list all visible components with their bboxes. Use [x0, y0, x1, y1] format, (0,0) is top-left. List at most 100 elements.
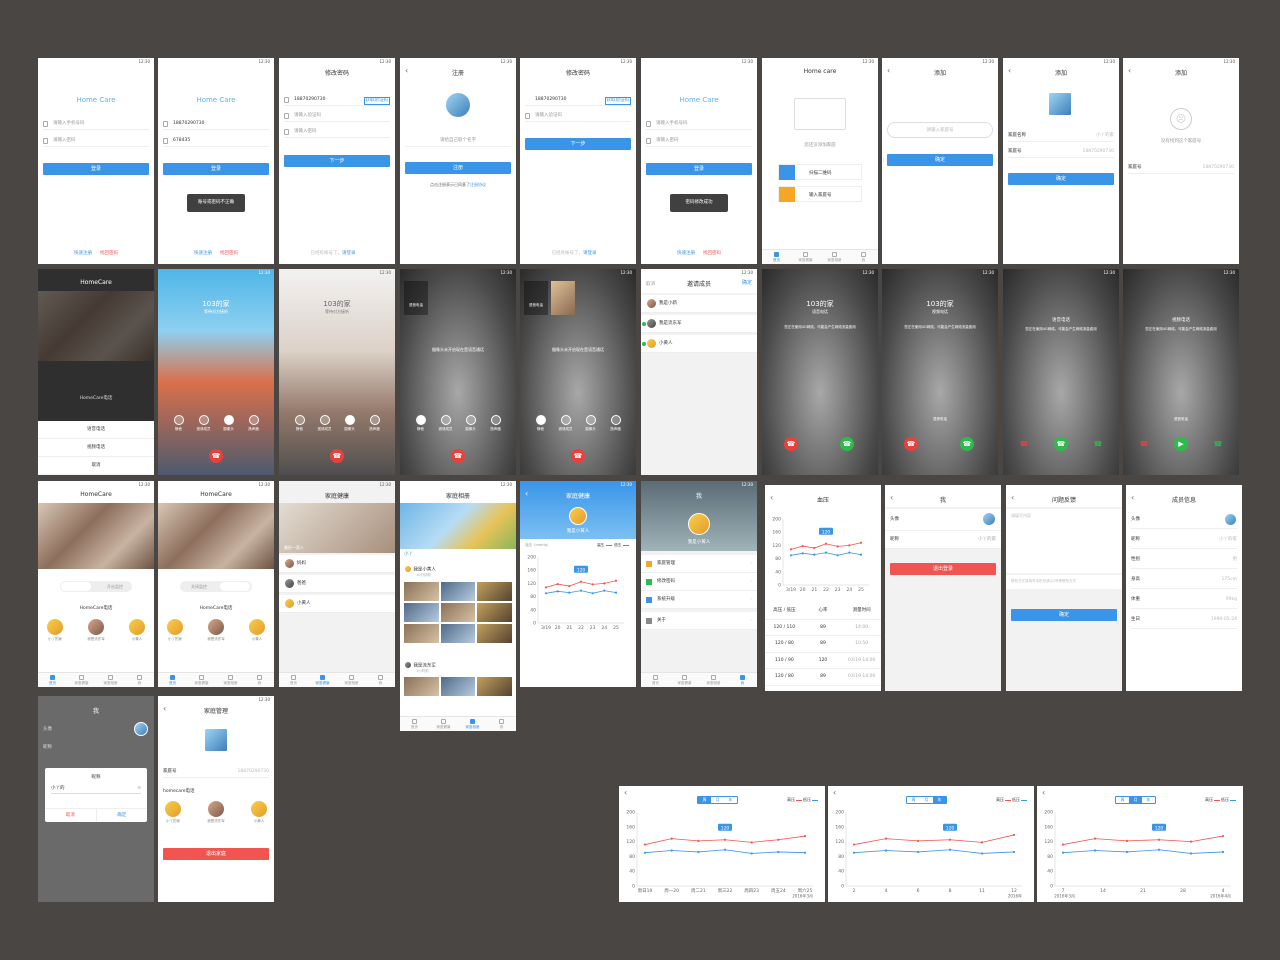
- login-link[interactable]: 请登录: [342, 251, 356, 256]
- answer-button[interactable]: ☎: [840, 437, 854, 451]
- tab-album[interactable]: 家庭相册: [216, 673, 245, 687]
- member[interactable]: 我是流东军: [83, 618, 109, 642]
- forgot-link[interactable]: 找回密码: [220, 251, 238, 256]
- field-row[interactable]: 体重 99kg: [1131, 591, 1237, 609]
- tab-health[interactable]: 家庭健康: [308, 673, 337, 687]
- login-button[interactable]: 登录: [646, 163, 752, 175]
- accept-icon[interactable]: ☎: [1091, 437, 1105, 451]
- camera-button[interactable]: 摄像头: [582, 415, 600, 432]
- speaker-button[interactable]: 扬声器: [487, 415, 505, 432]
- avatar[interactable]: [445, 92, 471, 118]
- input-family-no-button[interactable]: 输入家庭号: [778, 186, 862, 202]
- tab-album[interactable]: 家庭相册: [337, 673, 366, 687]
- back-icon[interactable]: ‹: [833, 789, 836, 797]
- ok-button[interactable]: 确定: [742, 279, 752, 286]
- decline-icon[interactable]: ☎: [1017, 437, 1031, 451]
- phone-input[interactable]: 18870290730 获取验证码: [284, 94, 390, 106]
- invite-button[interactable]: 邀请成员: [557, 415, 575, 432]
- member[interactable]: 小黄人: [244, 618, 270, 642]
- confirm-button[interactable]: 确定: [1008, 173, 1114, 185]
- tab-home[interactable]: 首页: [641, 673, 670, 687]
- decline-icon[interactable]: ☎: [1137, 437, 1151, 451]
- member[interactable]: 小黄人: [246, 800, 272, 824]
- tab-home[interactable]: 首页: [400, 717, 429, 731]
- content-textarea[interactable]: 请填写内容: [1006, 509, 1122, 573]
- new-password-input[interactable]: 请输入密码: [284, 126, 390, 138]
- register-link[interactable]: 快速注册: [194, 251, 212, 256]
- tab-home[interactable]: 首页: [279, 673, 308, 687]
- camera-button[interactable]: 摄像头: [341, 415, 359, 432]
- tab-me[interactable]: 我: [366, 673, 395, 687]
- range-year[interactable]: 年: [1142, 797, 1155, 803]
- hangup-button[interactable]: ☎: [209, 449, 223, 463]
- menu-upgrade[interactable]: 系统升级 ›: [641, 591, 757, 609]
- tab-me[interactable]: 我: [125, 673, 154, 687]
- field-row[interactable]: 身高 175cm: [1131, 571, 1237, 589]
- scan-qr-button[interactable]: 扫描二维码: [778, 164, 862, 180]
- register-button[interactable]: 注册: [405, 162, 511, 174]
- range-week[interactable]: 周: [698, 797, 711, 803]
- family-no-input[interactable]: 请输入家庭号: [887, 122, 993, 138]
- video-answer-button[interactable]: ▶: [1174, 437, 1188, 451]
- menu-about[interactable]: 关于 ›: [641, 612, 757, 630]
- range-year[interactable]: 年: [724, 797, 737, 803]
- mute-button[interactable]: 静音: [291, 415, 309, 432]
- exit-family-button[interactable]: 退出家庭: [163, 848, 269, 860]
- accept-icon[interactable]: ☎: [1211, 437, 1225, 451]
- ok-button[interactable]: 确定: [97, 809, 148, 822]
- member[interactable]: 我是流东军: [203, 618, 229, 642]
- avatar-row[interactable]: 头像: [1131, 511, 1237, 529]
- password-input[interactable]: 请输入密码: [43, 135, 149, 147]
- photo-thumb[interactable]: [404, 603, 439, 622]
- hangup-button[interactable]: ☎: [571, 449, 585, 463]
- tab-health[interactable]: 家庭健康: [187, 673, 216, 687]
- invite-button[interactable]: 邀请成员: [316, 415, 334, 432]
- tab-home[interactable]: 首页: [38, 673, 67, 687]
- nickname-row[interactable]: 昵称 小丫的家: [885, 531, 1001, 549]
- register-link[interactable]: 快速注册: [74, 251, 92, 256]
- code-input[interactable]: 请输入验证码: [525, 110, 631, 122]
- video-call-option[interactable]: 视频电话: [38, 439, 154, 457]
- list-item[interactable]: 小黄人: [641, 335, 757, 353]
- register-link[interactable]: 快速注册: [677, 251, 695, 256]
- clear-icon[interactable]: ⊗: [137, 784, 141, 794]
- get-code-button[interactable]: 获取验证码: [363, 97, 390, 105]
- menu-family-manage[interactable]: 家庭管理 ›: [641, 555, 757, 573]
- photo-thumb[interactable]: [404, 582, 439, 601]
- speaker-button[interactable]: 扬声器: [366, 415, 384, 432]
- phone-input[interactable]: 18870290730 获取验证码: [525, 94, 631, 106]
- mute-button[interactable]: 静音: [412, 415, 430, 432]
- tab-health[interactable]: 家庭健康: [670, 673, 699, 687]
- agreement-link[interactable]: 注册协议: [470, 182, 486, 187]
- voice-call-option[interactable]: 语音电话: [38, 421, 154, 439]
- next-button[interactable]: 下一步: [525, 138, 631, 150]
- range-week[interactable]: 周: [1116, 797, 1129, 803]
- tab-health[interactable]: 家庭健康: [67, 673, 96, 687]
- forgot-link[interactable]: 找回密码: [100, 251, 118, 256]
- tab-health[interactable]: 家庭健康: [791, 250, 820, 264]
- tab-album[interactable]: 家庭相册: [820, 250, 849, 264]
- list-item[interactable]: 我是小新: [641, 295, 757, 313]
- photo-thumb[interactable]: [440, 624, 476, 643]
- field-row[interactable]: 昵称 小丫的家: [1131, 531, 1237, 549]
- tab-album[interactable]: 家庭相册: [458, 717, 487, 731]
- answer-button[interactable]: ☎: [1054, 437, 1068, 451]
- hangup-button[interactable]: ☎: [451, 449, 465, 463]
- monitor-toggle[interactable]: 关闭监控: [180, 581, 252, 592]
- mute-button[interactable]: 静音: [532, 415, 550, 432]
- password-input[interactable]: 678435: [163, 135, 269, 147]
- code-input[interactable]: 请输入验证码: [284, 110, 390, 122]
- invite-button[interactable]: 邀请成员: [437, 415, 455, 432]
- phone-input[interactable]: 请输入手机号码: [646, 118, 752, 130]
- switch-voice-label[interactable]: 语音电话: [882, 417, 998, 422]
- contact-input[interactable]: 联系方式请填写手机号或QQ号等联系方式: [1006, 575, 1122, 589]
- camera-button[interactable]: 摄像头: [462, 415, 480, 432]
- nickname-input[interactable]: 小丫的 ⊗: [51, 784, 141, 794]
- nickname-input[interactable]: 请给自己取个名字: [405, 135, 511, 147]
- tab-home[interactable]: 首页: [158, 673, 187, 687]
- photo-thumb[interactable]: [404, 624, 439, 643]
- cancel-button[interactable]: 取消: [45, 809, 97, 822]
- member[interactable]: 小黄人: [124, 618, 150, 642]
- tab-album[interactable]: 家庭相册: [699, 673, 728, 687]
- speaker-button[interactable]: 扬声器: [607, 415, 625, 432]
